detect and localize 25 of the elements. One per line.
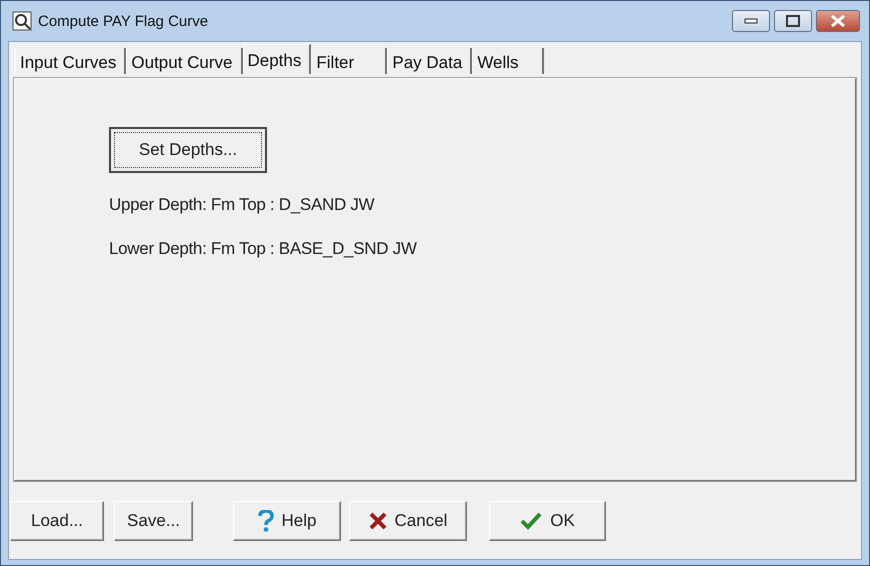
minimize-icon [744, 18, 758, 24]
tab[interactable]: Output Curve [126, 48, 242, 74]
upper-depth-text: Upper Depth: Fm Top : D_SAND JW [109, 195, 374, 215]
close-icon [830, 15, 846, 27]
help-button[interactable]: Help [233, 501, 341, 541]
save-button[interactable]: Save... [114, 501, 193, 541]
lower-depth-text: Lower Depth: Fm Top : BASE_D_SND JW [109, 239, 417, 259]
minimize-button[interactable] [732, 10, 770, 32]
cancel-button[interactable]: Cancel [349, 501, 467, 541]
tab[interactable]: Filter [311, 48, 388, 74]
maximize-icon [786, 15, 800, 27]
ok-button[interactable]: OK [489, 501, 606, 541]
tab[interactable]: Pay Data [387, 48, 472, 74]
maximize-button[interactable] [774, 10, 812, 32]
load-button[interactable]: Load... [10, 501, 104, 541]
x-icon [368, 512, 387, 530]
window-title: Compute PAY Flag Curve [38, 12, 208, 30]
question-icon [258, 510, 274, 532]
check-icon [520, 512, 542, 530]
set-depths-button[interactable]: Set Depths... [109, 127, 267, 173]
tab[interactable]: Depths [242, 44, 312, 74]
app-icon [12, 11, 32, 31]
tab[interactable]: Input Curves [15, 48, 126, 74]
close-button[interactable] [816, 10, 860, 32]
tab[interactable]: Wells [472, 48, 544, 74]
